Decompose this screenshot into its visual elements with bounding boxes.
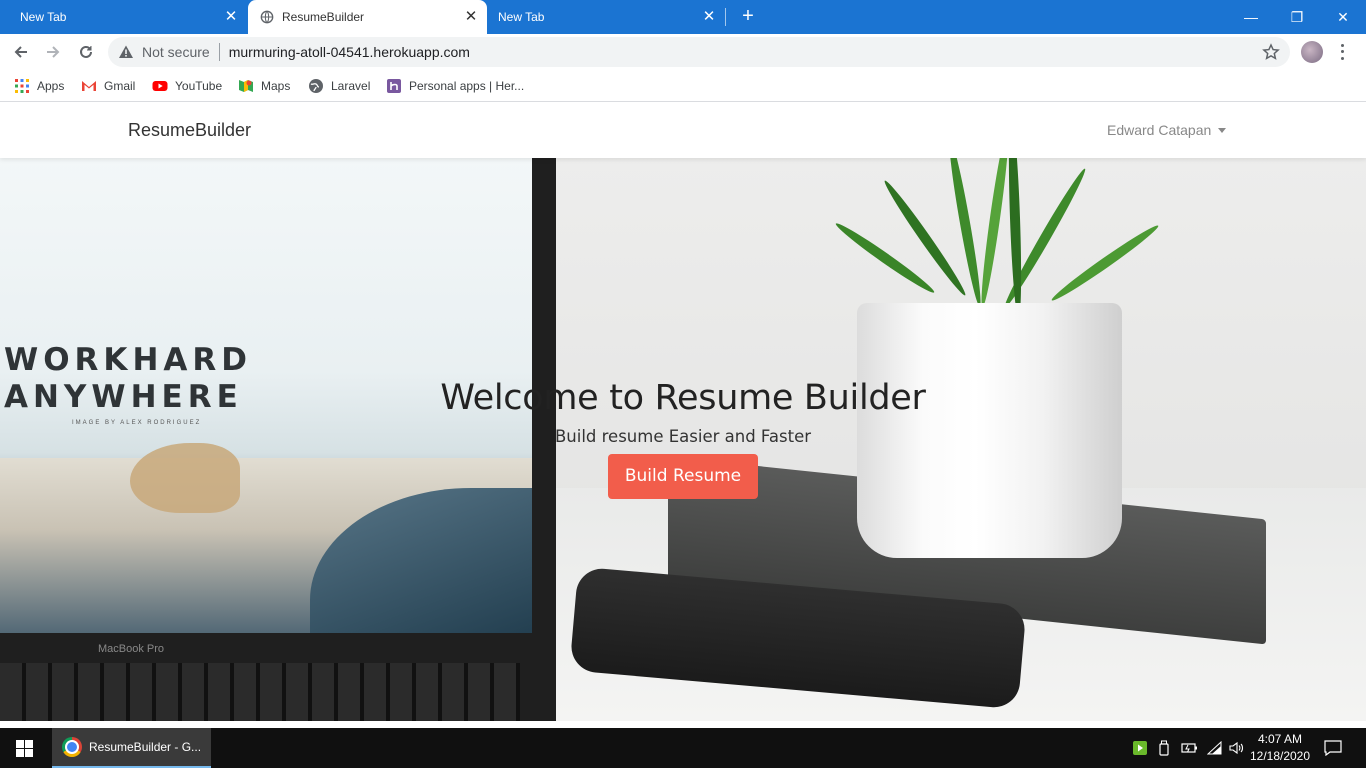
close-icon[interactable]: ✕: [223, 9, 239, 25]
laptop-keyboard: [0, 663, 520, 721]
tab-title: New Tab: [498, 10, 545, 24]
security-status[interactable]: Not secure: [142, 44, 210, 60]
build-resume-button[interactable]: Build Resume: [607, 454, 759, 499]
globe-icon: [260, 10, 274, 24]
bookmark-label: Personal apps | Her...: [409, 79, 525, 93]
chrome-icon: [62, 737, 82, 757]
back-arrow-icon: [14, 46, 27, 58]
clock-time: 4:07 AM: [1257, 732, 1303, 746]
hero-subtitle: Build resume Easier and Faster: [554, 427, 812, 446]
tab-title: New Tab: [20, 10, 67, 24]
site-navbar: ResumeBuilder Edward Catapan: [0, 103, 1366, 158]
usb-icon[interactable]: [1158, 728, 1170, 768]
youtube-icon: [152, 81, 168, 91]
bookmark-apps[interactable]: Apps: [14, 76, 64, 96]
tab-new-tab-1[interactable]: New Tab ✕: [0, 0, 247, 34]
back-button[interactable]: [10, 41, 32, 63]
hero-content: Welcome to Resume Builder Build resume E…: [0, 378, 1366, 499]
bookmark-heroku[interactable]: Personal apps | Her...: [386, 76, 524, 96]
close-icon[interactable]: ✕: [701, 9, 717, 25]
bookmark-label: Laravel: [331, 79, 371, 93]
caret-down-icon: [1218, 128, 1227, 133]
bookmark-youtube[interactable]: YouTube: [152, 76, 222, 96]
bookmark-label: Maps: [261, 79, 291, 93]
address-bar[interactable]: Not secure murmuring-atoll-04541.herokua…: [108, 37, 1290, 67]
volume-icon[interactable]: [1229, 728, 1245, 768]
page-bottom-gap: [0, 721, 1366, 728]
forward-button[interactable]: [42, 41, 64, 63]
tab-separator: [725, 8, 726, 26]
restore-button[interactable]: ❐: [1274, 0, 1320, 34]
start-button[interactable]: [0, 728, 48, 768]
tray-nvidia-icon[interactable]: [1133, 728, 1147, 768]
url-text[interactable]: murmuring-atoll-04541.herokuapp.com: [229, 44, 470, 60]
action-center-icon[interactable]: [1324, 728, 1342, 768]
divider: [218, 43, 220, 61]
apps-grid-icon: [15, 79, 29, 93]
hero-section: WORKHARD ANYWHERE IMAGE BY ALEX RODRIGUE…: [0, 158, 1366, 721]
menu-kebab-icon[interactable]: [1337, 42, 1347, 62]
bookmark-laravel[interactable]: Laravel: [308, 76, 370, 96]
site-brand[interactable]: ResumeBuilder: [128, 120, 251, 141]
taskbar-app-label: ResumeBuilder - G...: [89, 740, 202, 754]
bookmarks-bar: Apps Gmail YouTube Maps Laravel Personal…: [0, 70, 1366, 102]
browser-toolbar: Not secure murmuring-atoll-04541.herokua…: [0, 34, 1366, 70]
browser-tab-strip: New Tab ✕ ResumeBuilder ✕ New Tab ✕ + — …: [0, 0, 1366, 34]
web-page: ResumeBuilder Edward Catapan WORKHARD AN…: [0, 103, 1366, 721]
forward-arrow-icon: [47, 46, 60, 58]
bookmark-label: YouTube: [175, 79, 223, 93]
bookmark-gmail[interactable]: Gmail: [81, 76, 135, 96]
screen-text-line1: WORKHARD: [4, 342, 252, 378]
close-window-button[interactable]: ✕: [1320, 0, 1366, 34]
reload-button[interactable]: [75, 41, 97, 63]
close-icon[interactable]: ✕: [463, 9, 479, 25]
reload-icon: [80, 45, 92, 58]
wifi-icon[interactable]: [1207, 728, 1222, 768]
tab-title: ResumeBuilder: [282, 10, 365, 24]
system-clock[interactable]: 4:07 AM 12/18/2020: [1246, 731, 1314, 765]
bookmark-label: Apps: [37, 79, 65, 93]
user-menu-dropdown[interactable]: Edward Catapan: [1107, 122, 1227, 138]
maps-icon: [239, 80, 253, 92]
new-tab-button[interactable]: +: [737, 6, 759, 28]
heroku-icon: [387, 79, 401, 93]
gmail-icon: [82, 81, 96, 91]
taskbar-app-chrome[interactable]: ResumeBuilder - G...: [52, 728, 211, 768]
battery-icon[interactable]: [1181, 728, 1198, 768]
hero-title: Welcome to Resume Builder: [440, 378, 926, 418]
tab-new-tab-2[interactable]: New Tab ✕: [478, 0, 725, 34]
windows-taskbar: ResumeBuilder - G... 4:07 AM 12/18/2020: [0, 728, 1366, 768]
warning-icon[interactable]: [118, 44, 134, 60]
bookmark-star-icon[interactable]: [1262, 43, 1280, 61]
tab-resumebuilder[interactable]: ResumeBuilder ✕: [248, 0, 487, 34]
laptop-model-label: MacBook Pro: [98, 643, 165, 655]
globe-icon: [309, 79, 323, 93]
minimize-button[interactable]: —: [1228, 0, 1274, 34]
user-name: Edward Catapan: [1107, 122, 1212, 138]
screen: New Tab ✕ ResumeBuilder ✕ New Tab ✕ + — …: [0, 0, 1366, 768]
windows-logo-icon: [15, 739, 33, 757]
profile-avatar[interactable]: [1301, 41, 1323, 63]
bookmark-label: Gmail: [104, 79, 136, 93]
clock-date: 12/18/2020: [1249, 749, 1311, 763]
bookmark-maps[interactable]: Maps: [238, 76, 290, 96]
